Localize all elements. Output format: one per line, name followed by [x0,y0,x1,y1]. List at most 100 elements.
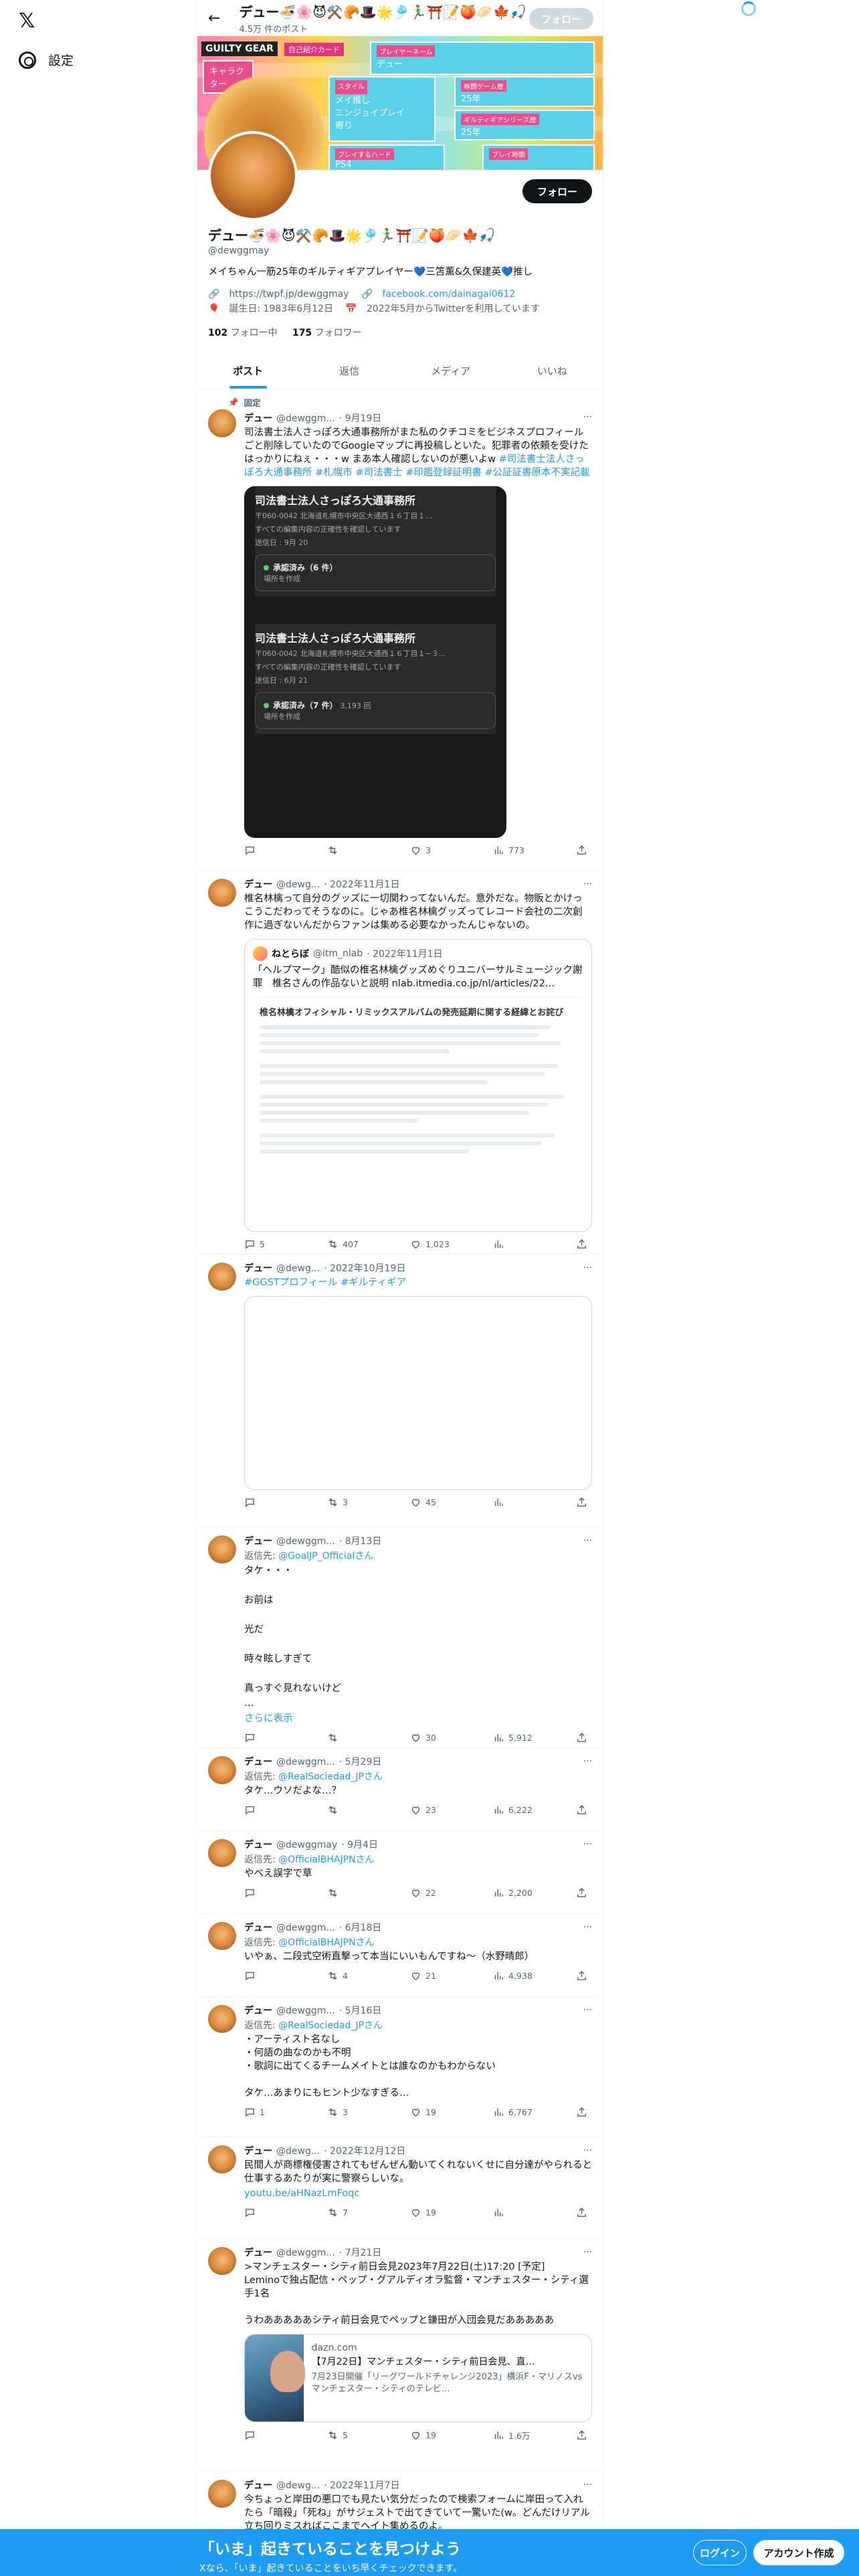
retweet-button[interactable]: 407 [327,1239,374,1250]
share-button[interactable] [576,1732,589,1743]
tweet[interactable]: デュー @dewg... · 2022年10月19日 ··· #GGSTプロフィール… [197,1255,603,1527]
back-arrow-icon[interactable]: ← [208,10,220,27]
tweet-author-name[interactable]: デュー [244,1838,272,1851]
reply-to-user[interactable]: @GoalJP_Officialさん [278,1551,373,1562]
login-button[interactable]: ログイン [693,2540,747,2565]
tweet[interactable]: デュー @dewggm... · 5月16日 ··· 返信先: @RealSocie… [197,1997,603,2137]
retweet-button[interactable]: 3 [327,2107,374,2118]
reply-button[interactable] [244,1497,291,1508]
tweet-author-name[interactable]: デュー [244,2478,272,2492]
reply-button[interactable] [244,2207,291,2218]
views-button[interactable]: 1.6万 [493,2429,540,2442]
retweet-button[interactable] [327,1732,374,1743]
tweet[interactable]: デュー @dewg... · 2022年12月12日 ··· 民間人が商標権侵害され… [197,2137,603,2239]
like-button[interactable]: 19 [410,2207,457,2218]
tab-media[interactable]: メディア [400,353,502,389]
tweet[interactable]: 📌 固定 デュー @dewggm... · 9月19日 ··· 司法書士法人さっぽろ大… [197,389,603,871]
signup-button[interactable]: アカウント作成 [753,2540,844,2565]
tweet-date[interactable]: 5月29日 [345,1757,382,1767]
retweet-button[interactable] [327,1804,374,1816]
tweet-avatar[interactable] [208,1535,236,1564]
following-link[interactable]: 102 フォロー中 [208,328,278,338]
like-button[interactable]: 1,023 [410,1239,457,1250]
tweet-date[interactable]: 2022年12月12日 [330,2146,405,2157]
reply-to-user[interactable]: @RealSociedad_JPさん [278,1772,383,1782]
tab-posts[interactable]: ポスト [197,353,299,389]
reply-button[interactable]: 1 [244,2107,291,2118]
quote-image[interactable]: 椎名林檎オフィシャル・リミックスアルバムの発売延期に関する経緯とお詫び [253,997,583,1224]
more-options-icon[interactable]: ··· [583,1839,592,1850]
profile-facebook[interactable]: facebook.com/dainagai0612 [382,289,515,300]
more-options-icon[interactable]: ··· [583,1263,592,1273]
reply-button[interactable] [244,1970,291,1981]
tweet-avatar[interactable] [208,1922,236,1950]
like-button[interactable]: 3 [410,845,457,856]
more-options-icon[interactable]: ··· [583,879,592,889]
tweet[interactable]: デュー @dewggm... · 8月13日 ··· 返信先: @GoalJP_Of… [197,1527,603,1748]
tweet-link[interactable]: youtu.be/aHNazLmFoqc [244,2187,592,2200]
tweet-avatar[interactable] [208,2145,236,2173]
followers-link[interactable]: 175 フォロワー [292,328,362,338]
reply-to-user[interactable]: @RealSociedad_JPさん [278,2020,383,2031]
more-options-icon[interactable]: ··· [583,1922,592,1933]
views-button[interactable]: 2,200 [493,1887,540,1899]
reply-button[interactable] [244,1732,291,1743]
tweet-author-name[interactable]: デュー [244,1534,272,1547]
tweet-author-name[interactable]: デュー [244,1755,272,1768]
views-button[interactable]: 6,222 [493,1804,540,1816]
share-button[interactable] [576,2207,589,2218]
tweet-author-name[interactable]: デュー [244,1921,272,1934]
nav-settings[interactable]: 設定 [19,51,74,69]
tweet[interactable]: デュー @dewggm... · 5月29日 ··· 返信先: @RealSocie… [197,1748,603,1831]
reply-button[interactable] [244,1887,291,1899]
profile-avatar[interactable] [208,131,298,221]
tweet-date[interactable]: 6月18日 [345,1923,382,1933]
share-button[interactable] [576,1887,589,1899]
share-button[interactable] [576,845,589,856]
views-button[interactable]: 5,912 [493,1732,540,1743]
like-button[interactable]: 21 [410,1970,457,1981]
tweet-avatar[interactable] [208,2247,236,2275]
views-button[interactable] [493,1497,540,1508]
more-options-icon[interactable]: ··· [583,2145,592,2156]
views-button[interactable] [493,2207,540,2218]
tweet-date[interactable]: 2022年10月19日 [330,1263,405,1274]
retweet-button[interactable] [327,1887,374,1899]
tweet-author-name[interactable]: デュー [244,2246,272,2259]
tweet-date[interactable]: 2022年11月7日 [330,2480,399,2491]
like-button[interactable]: 19 [410,2429,457,2442]
share-button[interactable] [576,1970,589,1981]
like-button[interactable]: 23 [410,1804,457,1816]
tweet-image[interactable]: 司法書士法人さっぽろ大通事務所 〒060-0042 北海道札幌市中央区大通西１６… [244,486,506,838]
tweet-date[interactable]: 2022年11月1日 [330,879,399,890]
views-button[interactable]: 773 [493,845,540,856]
profile-website[interactable]: https://twpf.jp/dewggmay [229,289,349,300]
quoted-tweet[interactable]: ねとらぼ @itm_nlab · 2022年11月1日 「ヘルプマーク」酷似の椎名林… [244,939,592,1232]
x-logo-icon[interactable]: 𝕏 [19,9,43,33]
retweet-button[interactable]: 3 [327,1497,374,1508]
views-button[interactable]: 6,767 [493,2107,540,2118]
retweet-button[interactable]: 5 [327,2429,374,2442]
views-button[interactable] [493,1239,540,1250]
tweet-date[interactable]: 8月13日 [345,1536,382,1547]
like-button[interactable]: 30 [410,1732,457,1743]
tweet-author-name[interactable]: デュー [244,2004,272,2017]
tweet-date[interactable]: 7月21日 [345,2248,382,2258]
retweet-button[interactable]: 7 [327,2207,374,2218]
like-button[interactable]: 45 [410,1497,457,1508]
tweet-avatar[interactable] [208,879,236,907]
tab-replies[interactable]: 返信 [299,353,401,389]
link-preview-card[interactable]: dazn.com 【7月22日】マンチェスター・シティ前日会見、直… 7月23日… [244,2334,592,2422]
share-button[interactable] [576,1804,589,1816]
tweet[interactable]: デュー @dewggmay · 9月4日 ··· 返信先: @OfficialBHA… [197,1831,603,1914]
header-follow-button[interactable]: フォロー [529,8,593,29]
share-button[interactable] [576,1497,589,1508]
tweet[interactable]: デュー @dewg... · 2022年11月1日 ··· 椎名林檎って自分のグッズ… [197,871,603,1255]
tab-likes[interactable]: いいね [502,353,603,389]
follow-button[interactable]: フォロー [522,179,592,203]
reply-button[interactable] [244,845,291,856]
share-button[interactable] [576,1239,589,1250]
views-button[interactable]: 4,938 [493,1970,540,1981]
like-button[interactable]: 19 [410,2107,457,2118]
tweet-avatar[interactable] [208,409,236,437]
